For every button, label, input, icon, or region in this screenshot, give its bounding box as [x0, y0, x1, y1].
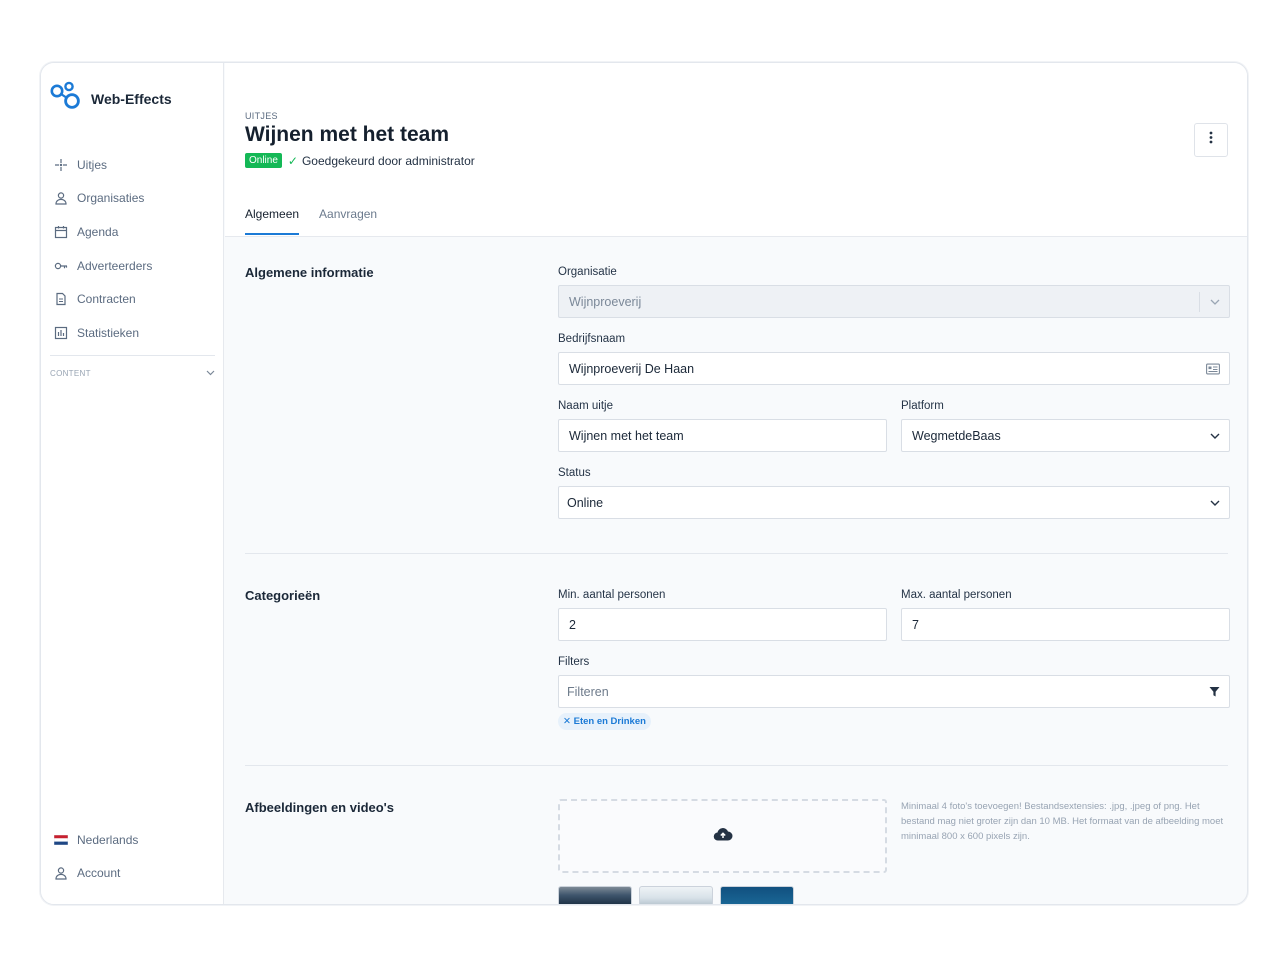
- sidebar-nav: Uitjes Organisaties Agenda Adverteerders: [53, 148, 152, 350]
- tab-algemeen[interactable]: Algemeen: [245, 207, 300, 235]
- bubbles-logo-icon: [50, 81, 82, 116]
- chevron-down-icon: [1210, 433, 1220, 439]
- sidebar-item-adverteerders[interactable]: Adverteerders: [53, 249, 152, 283]
- max-personen-input[interactable]: 7: [901, 608, 1230, 641]
- filters-placeholder: Filteren: [567, 684, 609, 699]
- sidebar-item-label: Contracten: [77, 292, 136, 307]
- section-title-media: Afbeeldingen en video's: [245, 800, 395, 815]
- bedrijfsnaam-input[interactable]: Wijnproeverij De Haan: [558, 352, 1230, 385]
- section-divider: [245, 553, 1228, 554]
- status-value: Online: [567, 495, 604, 510]
- sidebar-item-label: Uitjes: [77, 157, 108, 172]
- image-thumbnail[interactable]: [639, 886, 713, 904]
- status-badge: Online: [245, 153, 282, 168]
- user-icon: [53, 191, 68, 206]
- document-icon: [53, 292, 68, 307]
- filters-input[interactable]: Filteren: [558, 675, 1230, 708]
- user-icon: [53, 866, 68, 881]
- sidebar-item-uitjes[interactable]: Uitjes: [53, 148, 152, 182]
- sidebar-item-agenda[interactable]: Agenda: [53, 215, 152, 249]
- bedrijfsnaam-value: Wijnproeverij De Haan: [569, 361, 695, 376]
- filter-chip-eten-en-drinken[interactable]: ✕ Eten en Drinken: [558, 713, 651, 730]
- chevron-down-icon: [1210, 500, 1220, 506]
- breadcrumb[interactable]: UITJES: [245, 111, 278, 121]
- sidebar-bottom: Nederlands Account: [53, 823, 138, 890]
- remove-chip-icon[interactable]: ✕: [563, 716, 571, 727]
- brand-name: Web-Effects: [91, 90, 172, 107]
- check-icon: ✓: [287, 153, 298, 168]
- sidebar-item-label: Statistieken: [77, 325, 140, 340]
- filters-label: Filters: [558, 656, 590, 668]
- sparkle-icon: [53, 157, 68, 172]
- min-personen-value: 2: [569, 617, 576, 632]
- language-selector[interactable]: Nederlands: [53, 823, 138, 857]
- more-options-button[interactable]: [1194, 123, 1228, 157]
- status-label: Status: [558, 467, 591, 479]
- platform-value: WegmetdeBaas: [912, 428, 1001, 443]
- image-thumbnail[interactable]: [558, 886, 632, 904]
- sidebar-item-contracten[interactable]: Contracten: [53, 282, 152, 316]
- sidebar-item-label: Adverteerders: [77, 258, 153, 273]
- contact-card-icon: [1206, 363, 1220, 374]
- section-title-general: Algemene informatie: [245, 265, 374, 280]
- content-section-label: CONTENT: [50, 369, 91, 378]
- min-personen-input[interactable]: 2: [558, 608, 887, 641]
- sidebar-divider: [50, 355, 215, 356]
- account-link[interactable]: Account: [53, 857, 138, 891]
- kebab-menu-icon: [1209, 131, 1213, 149]
- language-label: Nederlands: [77, 832, 139, 847]
- page-title: Wijnen met het team: [245, 123, 450, 146]
- naam-uitje-label: Naam uitje: [558, 400, 613, 412]
- approval-text: Goedgekeurd door administrator: [301, 153, 475, 168]
- sidebar-item-label: Agenda: [77, 224, 119, 239]
- calendar-icon: [53, 224, 68, 239]
- content-section-toggle[interactable]: CONTENT: [50, 369, 215, 378]
- main-content: UITJES Wijnen met het team Online ✓ Goed…: [225, 63, 1247, 904]
- section-title-categories: Categorieën: [245, 588, 321, 603]
- platform-label: Platform: [901, 400, 944, 412]
- max-personen-value: 7: [912, 617, 919, 632]
- upload-dropzone[interactable]: [558, 799, 887, 873]
- max-personen-label: Max. aantal personen: [901, 589, 1012, 601]
- account-label: Account: [77, 866, 121, 881]
- sidebar-item-organisaties[interactable]: Organisaties: [53, 182, 152, 216]
- sidebar-item-statistieken[interactable]: Statistieken: [53, 316, 152, 350]
- brand[interactable]: Web-Effects: [50, 81, 172, 116]
- page-header: UITJES Wijnen met het team Online ✓ Goed…: [225, 63, 1247, 237]
- organisatie-value: Wijnproeverij: [569, 294, 642, 309]
- image-thumbnail[interactable]: [720, 886, 794, 904]
- naam-uitje-input[interactable]: Wijnen met het team: [558, 419, 887, 452]
- tab-aanvragen[interactable]: Aanvragen: [319, 207, 377, 235]
- naam-uitje-value: Wijnen met het team: [569, 428, 684, 443]
- organisatie-label: Organisatie: [558, 266, 617, 278]
- platform-select[interactable]: WegmetdeBaas: [901, 419, 1230, 452]
- tabs: Algemeen Aanvragen: [245, 207, 397, 235]
- status-row: Online ✓ Goedgekeurd door administrator: [245, 153, 475, 168]
- organisatie-select: Wijnproeverij: [558, 285, 1230, 318]
- sidebar-item-label: Organisaties: [77, 191, 145, 206]
- bedrijfsnaam-label: Bedrijfsnaam: [558, 333, 626, 345]
- flag-nl-icon: [53, 832, 68, 847]
- filter-funnel-icon: [1209, 686, 1220, 697]
- upload-help-text: Minimaal 4 foto's toevoegen! Bestandsext…: [901, 801, 1224, 842]
- key-icon: [53, 258, 68, 273]
- chevron-down-icon: [1199, 291, 1220, 312]
- sidebar: Web-Effects Uitjes Organisaties Agenda A…: [41, 63, 224, 904]
- bar-chart-icon: [53, 325, 68, 340]
- chevron-down-icon: [206, 369, 215, 378]
- section-divider: [245, 765, 1228, 766]
- cloud-upload-icon: [713, 827, 733, 846]
- chip-label: Eten en Drinken: [573, 716, 646, 727]
- app-window: Web-Effects Uitjes Organisaties Agenda A…: [40, 62, 1248, 905]
- status-select[interactable]: Online: [558, 486, 1230, 519]
- min-personen-label: Min. aantal personen: [558, 589, 666, 601]
